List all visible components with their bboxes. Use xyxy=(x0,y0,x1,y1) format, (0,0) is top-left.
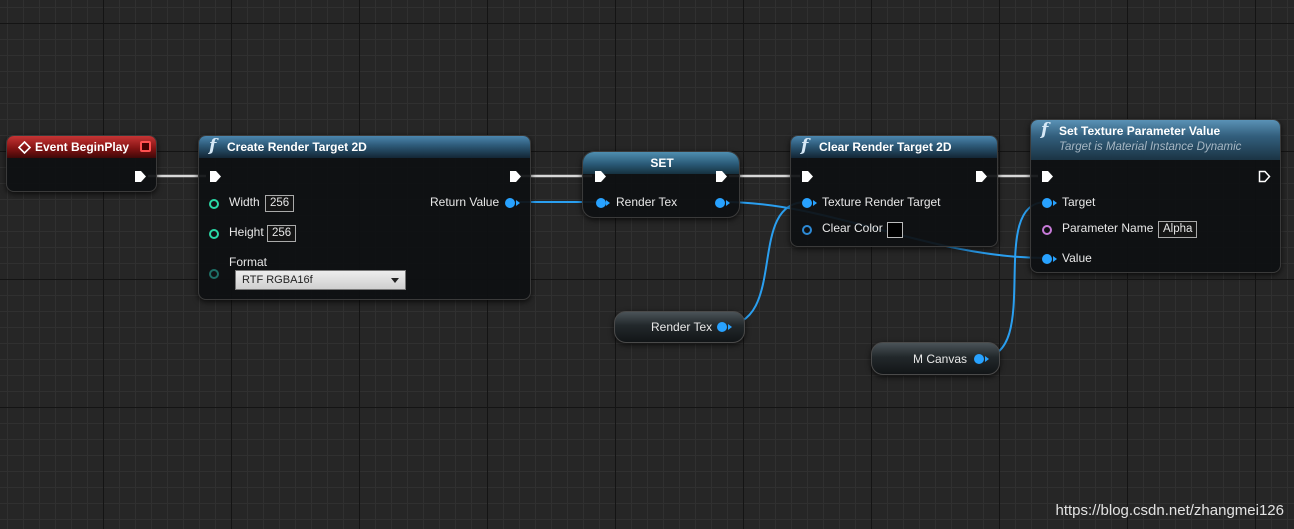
height-label: Height xyxy=(229,225,264,239)
value-label: Value xyxy=(1062,251,1092,265)
blueprint-graph[interactable]: Event BeginPlay f Create Render Target 2… xyxy=(0,0,1294,529)
pin-arrow-icon xyxy=(726,200,730,206)
exec-out-pin-beginplay[interactable] xyxy=(134,170,147,183)
format-dropdown-value: RTF RGBA16f xyxy=(242,274,313,286)
clear-render-target-title: Clear Render Target 2D xyxy=(819,140,952,154)
height-input[interactable]: 256 xyxy=(267,225,297,242)
pin-arrow-icon xyxy=(728,324,732,330)
event-diamond-icon xyxy=(18,141,31,154)
set-texture-parameter-node[interactable]: f Set Texture Parameter Value Target is … xyxy=(1030,119,1281,273)
set-node[interactable]: SET Render Tex xyxy=(582,151,740,218)
target-pin[interactable] xyxy=(1042,198,1052,208)
render-tex-getter-pin[interactable] xyxy=(717,322,727,332)
return-value-pin[interactable] xyxy=(505,198,515,208)
render-tex-getter-label: Render Tex xyxy=(651,320,713,334)
create-render-target-node[interactable]: f Create Render Target 2D Width 256 Heig… xyxy=(198,135,531,300)
pin-arrow-icon xyxy=(516,200,520,206)
return-value-label: Return Value xyxy=(430,195,500,209)
set-render-tex-in-pin[interactable] xyxy=(596,198,606,208)
texture-render-target-label: Texture Render Target xyxy=(822,195,941,209)
function-icon: f xyxy=(209,136,217,156)
m-canvas-getter-label: M Canvas xyxy=(913,352,968,366)
m-canvas-getter-node[interactable]: M Canvas xyxy=(871,342,1000,375)
clear-color-swatch[interactable] xyxy=(887,222,903,238)
parameter-name-pin[interactable] xyxy=(1042,225,1052,235)
watermark: https://blog.csdn.net/zhangmei126 xyxy=(1055,502,1285,519)
set-render-tex-label: Render Tex xyxy=(616,195,678,209)
pin-arrow-icon xyxy=(1053,200,1057,206)
pin-arrow-icon xyxy=(813,200,817,206)
parameter-name-label: Parameter Name xyxy=(1062,221,1154,235)
render-tex-getter-node[interactable]: Render Tex xyxy=(614,311,745,343)
set-texture-parameter-subtitle: Target is Material Instance Dynamic xyxy=(1059,141,1242,153)
clear-render-target-header[interactable]: f Clear Render Target 2D xyxy=(791,136,997,158)
m-canvas-getter-pin[interactable] xyxy=(974,354,984,364)
format-dropdown[interactable]: RTF RGBA16f xyxy=(235,270,406,290)
value-pin[interactable] xyxy=(1042,254,1052,264)
target-label: Target xyxy=(1062,195,1096,209)
height-pin[interactable] xyxy=(209,229,219,239)
exec-in-pin-set[interactable] xyxy=(594,170,607,183)
pin-arrow-icon xyxy=(1053,256,1057,262)
set-render-tex-out-pin[interactable] xyxy=(715,198,725,208)
delegate-pin-icon[interactable] xyxy=(140,141,151,152)
function-icon: f xyxy=(801,136,809,156)
event-beginplay-header[interactable]: Event BeginPlay xyxy=(7,136,156,158)
clear-color-label: Clear Color xyxy=(822,221,883,235)
format-label: Format xyxy=(229,255,268,269)
width-pin[interactable] xyxy=(209,199,219,209)
exec-out-pin-create[interactable] xyxy=(509,170,522,183)
parameter-name-input[interactable]: Alpha xyxy=(1158,221,1198,238)
pin-arrow-icon xyxy=(606,200,610,206)
texture-render-target-pin[interactable] xyxy=(802,198,812,208)
create-render-target-header[interactable]: f Create Render Target 2D xyxy=(199,136,530,158)
clear-color-pin[interactable] xyxy=(802,225,812,235)
clear-render-target-node[interactable]: f Clear Render Target 2D Texture Render … xyxy=(790,135,998,247)
exec-in-pin-clear[interactable] xyxy=(801,170,814,183)
chevron-down-icon xyxy=(391,278,399,283)
width-label: Width xyxy=(229,195,260,209)
event-beginplay-node[interactable]: Event BeginPlay xyxy=(6,135,157,192)
create-render-target-title: Create Render Target 2D xyxy=(227,140,367,154)
set-texture-parameter-title: Set Texture Parameter Value xyxy=(1059,124,1221,138)
width-input[interactable]: 256 xyxy=(265,195,295,212)
pin-arrow-icon xyxy=(985,356,989,362)
exec-in-pin-create[interactable] xyxy=(209,170,222,183)
format-pin[interactable] xyxy=(209,269,219,279)
function-icon: f xyxy=(1041,120,1049,140)
set-node-title: SET xyxy=(650,156,674,170)
event-beginplay-title: Event BeginPlay xyxy=(35,140,130,154)
exec-out-pin-settexture[interactable] xyxy=(1258,170,1271,183)
exec-in-pin-settexture[interactable] xyxy=(1041,170,1054,183)
exec-out-pin-clear[interactable] xyxy=(975,170,988,183)
set-texture-parameter-header[interactable]: f Set Texture Parameter Value Target is … xyxy=(1031,120,1280,160)
exec-out-pin-set[interactable] xyxy=(715,170,728,183)
